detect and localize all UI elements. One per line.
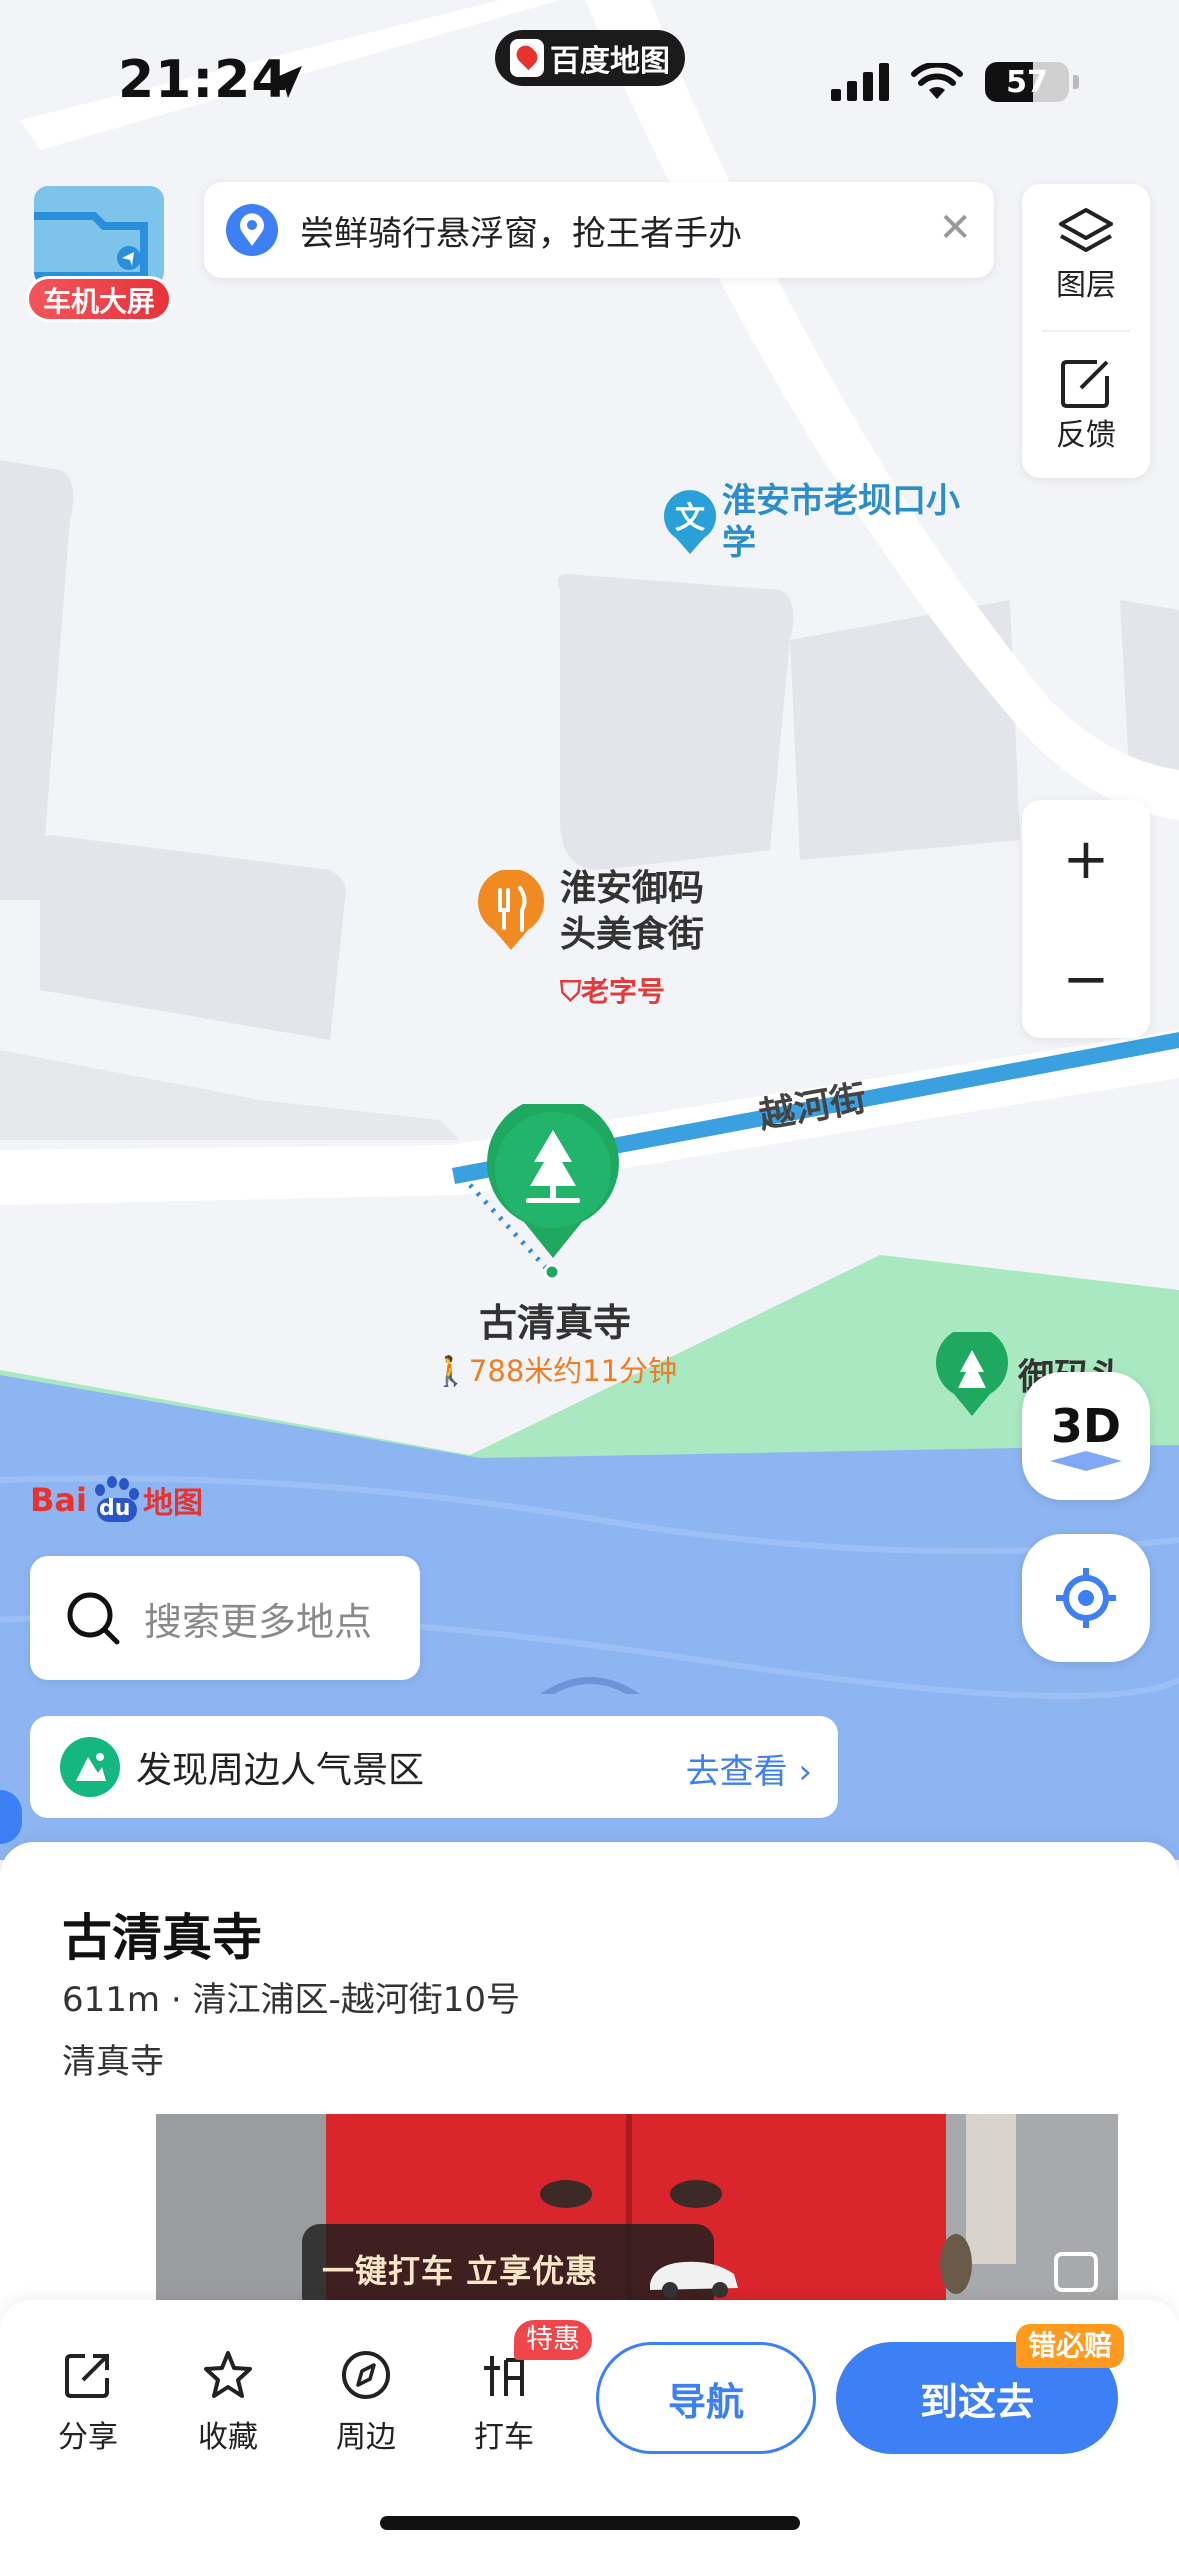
- shield-icon: ⛉: [560, 975, 582, 1008]
- taxi-discount-badge: 特惠: [514, 2320, 592, 2360]
- divider: [1042, 330, 1130, 332]
- locate-me-button[interactable]: [1022, 1534, 1150, 1662]
- app-pill[interactable]: 百度地图: [495, 30, 685, 86]
- location-pin-icon: [226, 204, 278, 256]
- place-title: 古清真寺: [62, 1909, 262, 1967]
- search-icon: [67, 1592, 120, 1645]
- navigate-button[interactable]: 导航: [596, 2342, 816, 2454]
- selected-poi-label: 古清真寺: [478, 1301, 631, 1345]
- 3d-toggle-button[interactable]: 3D: [1022, 1372, 1150, 1500]
- place-address: 611m · 清江浦区-越河街10号: [62, 1980, 520, 2020]
- baidu-paw-icon: du: [89, 1476, 141, 1524]
- walk-distance: 🚶788米约11分钟: [432, 1354, 678, 1388]
- car-screen-button[interactable]: 车机大屏: [26, 186, 176, 322]
- layers-button[interactable]: 图层: [1022, 184, 1150, 314]
- home-indicator[interactable]: [380, 2516, 800, 2530]
- baidu-map-app-icon: [510, 39, 544, 77]
- status-bar: 21:24 百度地图 57: [0, 0, 1179, 170]
- heritage-badge: ⛉老字号: [560, 975, 666, 1008]
- target-icon: [1056, 1568, 1116, 1628]
- 3d-base-icon: [1050, 1451, 1122, 1471]
- guarantee-badge: 错必赔: [1016, 2324, 1125, 2368]
- compass-icon: [342, 2351, 390, 2399]
- search-placeholder: 搜索更多地点: [144, 1599, 373, 1644]
- nearby-button[interactable]: 周边: [316, 2350, 416, 2456]
- clock: 21:24: [118, 50, 289, 110]
- scenic-icon: [60, 1737, 120, 1797]
- walk-icon: 🚶: [432, 1354, 469, 1388]
- layers-icon: [1059, 208, 1113, 252]
- baidu-logo: Bai du 地图: [30, 1476, 203, 1524]
- share-button[interactable]: 分享: [38, 2350, 138, 2456]
- food-street-label-2: 头美食街: [560, 914, 705, 955]
- taxi-button[interactable]: 打车: [454, 2350, 554, 2456]
- search-more-input[interactable]: 搜索更多地点: [30, 1556, 420, 1680]
- layers-label: 图层: [1056, 268, 1116, 303]
- 3d-label: 3D: [1050, 1399, 1122, 1453]
- zoom-out-button[interactable]: −: [1022, 920, 1150, 1038]
- location-arrow-icon: [270, 66, 302, 98]
- share-icon: [65, 2354, 109, 2398]
- promo-banner[interactable]: 尝鲜骑行悬浮窗，抢王者手办 ✕: [204, 182, 994, 278]
- car-screen-thumbnail: [34, 186, 164, 286]
- signal-icon: [831, 63, 889, 101]
- place-category: 清真寺: [62, 2042, 164, 2082]
- tree-marker-icon: [487, 1104, 619, 1258]
- banner-text: 尝鲜骑行悬浮窗，抢王者手办: [300, 213, 742, 254]
- battery-nub: [1073, 75, 1079, 89]
- school-icon: 文: [664, 490, 716, 554]
- star-icon: [204, 2351, 252, 2398]
- food-street-label-1: 淮安御码: [560, 868, 705, 909]
- school-label: 淮安市老坝口小学: [722, 481, 960, 563]
- svg-text:文: 文: [675, 501, 705, 536]
- discover-link[interactable]: 去查看 ›: [686, 1744, 812, 1793]
- discover-scenic-banner[interactable]: 发现周边人气景区 去查看 ›: [30, 1716, 838, 1818]
- feedback-label: 反馈: [1056, 418, 1116, 453]
- favorite-button[interactable]: 收藏: [178, 2350, 278, 2456]
- car-screen-label: 车机大屏: [26, 276, 172, 322]
- discover-text: 发现周边人气景区: [136, 1750, 425, 1791]
- feedback-icon: [1061, 360, 1109, 408]
- close-icon[interactable]: ✕: [938, 204, 972, 252]
- zoom-control: + −: [1022, 800, 1150, 1038]
- wifi-icon: [911, 63, 963, 99]
- map-tools-panel: 图层 反馈: [1022, 184, 1150, 478]
- car-icon: [650, 2261, 738, 2298]
- tree-icon: [936, 1332, 1008, 1416]
- chevron-up-icon[interactable]: [540, 1660, 640, 1700]
- feedback-button[interactable]: 反馈: [1022, 334, 1150, 464]
- restaurant-icon: [478, 870, 544, 950]
- battery-indicator: 57: [985, 62, 1069, 102]
- zoom-in-button[interactable]: +: [1022, 800, 1150, 918]
